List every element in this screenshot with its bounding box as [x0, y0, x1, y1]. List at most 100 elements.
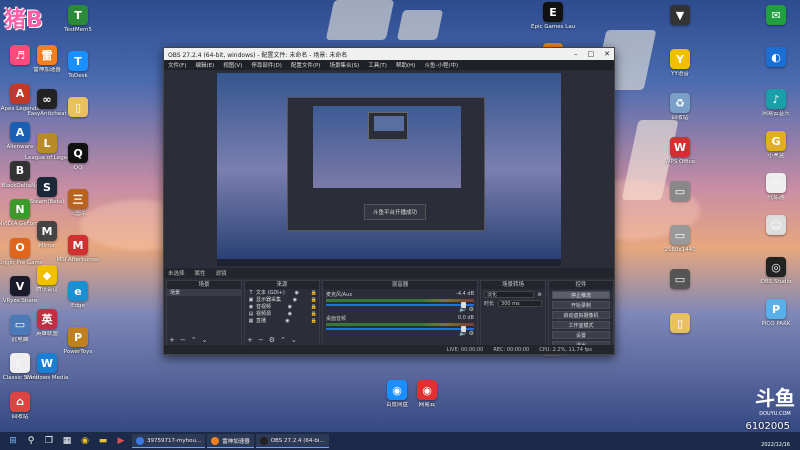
desktop-icon[interactable]: ▯: [58, 97, 98, 117]
lock-icon[interactable]: 🔒: [311, 318, 317, 324]
gear-icon[interactable]: ⚙: [538, 292, 542, 298]
eye-icon[interactable]: ◉: [293, 297, 297, 303]
chrome-icon[interactable]: ◉: [78, 434, 92, 448]
obs-title-bar[interactable]: OBS 27.2.4 (64-bit, windows) - 配置文件: 未命名…: [164, 48, 614, 60]
obs-preview[interactable]: 斗鱼平台开播成功: [217, 73, 561, 266]
desktop-icon[interactable]: Q QQ: [58, 143, 98, 172]
up-icon[interactable]: ⌃: [280, 336, 286, 344]
desktop-icon-label: TestMem5: [64, 27, 92, 33]
media-player-icon[interactable]: ▶: [114, 434, 128, 448]
desktop-icon[interactable]: W Windows Media: [26, 353, 68, 382]
start-icon[interactable]: ⊞: [6, 434, 20, 448]
desktop-icon[interactable]: ▯: [660, 313, 700, 333]
menu-item[interactable]: 斗鱼-小程(中): [424, 61, 458, 69]
taskbar-app[interactable]: 39759717-myhou...: [132, 434, 206, 448]
desktop-icon[interactable]: ✉: [756, 5, 796, 25]
menu-item[interactable]: 编辑(E): [195, 61, 214, 69]
close-icon[interactable]: ✕: [604, 50, 610, 58]
desktop-icon[interactable]: ☺: [756, 215, 796, 235]
search-icon[interactable]: ⚲: [24, 434, 38, 448]
desktop-icon[interactable]: ☆ 代练通: [756, 173, 796, 202]
desktop-icon[interactable]: ▭ 2560x1440: [660, 225, 700, 254]
menu-item[interactable]: 工具(T): [368, 61, 387, 69]
down-icon[interactable]: ⌄: [202, 336, 208, 344]
desktop-icon[interactable]: ⌂ 回收站: [0, 391, 40, 421]
menu-item[interactable]: 停靠部件(D): [251, 61, 282, 69]
lock-icon[interactable]: 🔒: [311, 297, 317, 303]
desktop-icon[interactable]: ◎ OBS Studio: [756, 257, 796, 286]
desktop-icon[interactable]: W WPS Office: [660, 137, 700, 166]
desktop-icon[interactable]: ♻ 回收站: [660, 93, 700, 122]
lock-icon[interactable]: 🔒: [311, 290, 317, 296]
eye-icon[interactable]: ◉: [285, 318, 289, 324]
desktop-icon[interactable]: 三三国杀: [58, 189, 98, 218]
app-icon: ∞: [37, 89, 57, 109]
gear-icon[interactable]: ⚙: [469, 306, 474, 313]
eye-icon[interactable]: ◉: [288, 304, 292, 310]
menu-item[interactable]: 配置文件(P): [291, 61, 321, 69]
menu-item[interactable]: 文件(F): [168, 61, 186, 69]
taskbar-app[interactable]: OBS 27.2.4 (64-bi...: [255, 434, 329, 448]
rec-timer: REC: 00:00:00: [493, 346, 530, 353]
desktop-icon[interactable]: ◐: [756, 47, 796, 67]
source-item[interactable]: ▦ 直播 ◉ 🔒: [245, 317, 319, 325]
source-tab[interactable]: 未选择: [168, 269, 185, 277]
add-icon[interactable]: +: [169, 336, 175, 344]
up-icon[interactable]: ⌃: [191, 336, 197, 344]
control-button[interactable]: 开始录制: [552, 301, 610, 309]
desktop-icon[interactable]: ◉ 网易云: [407, 380, 447, 409]
desktop-icon[interactable]: ▭: [660, 269, 700, 289]
transition-select[interactable]: 淡化: [484, 291, 534, 298]
menu-item[interactable]: 场景集合(S): [329, 61, 359, 69]
desktop-icon[interactable]: G 小黑盒: [756, 131, 796, 160]
remove-icon[interactable]: −: [180, 336, 186, 344]
gear-icon[interactable]: ⚙: [269, 336, 275, 344]
remove-icon[interactable]: −: [258, 336, 264, 344]
desktop-icon[interactable]: ♪ 网易云音乐: [756, 89, 796, 118]
volume-slider[interactable]: [326, 302, 474, 308]
source-item[interactable]: ◉ 音视频 ◉ 🔒: [245, 303, 319, 311]
menu-item[interactable]: 帮助(H): [396, 61, 415, 69]
maximize-icon[interactable]: □: [588, 50, 595, 58]
gear-icon[interactable]: ⚙: [469, 330, 474, 337]
eye-icon[interactable]: ◉: [288, 311, 292, 317]
control-button[interactable]: 工作室模式: [552, 321, 610, 329]
source-tab[interactable]: 属性: [195, 269, 206, 277]
desktop-icon[interactable]: ▭: [660, 181, 700, 201]
menu-item[interactable]: 视图(V): [223, 61, 242, 69]
lock-icon[interactable]: 🔒: [311, 304, 317, 310]
desktop-icon[interactable]: P PICO PARK: [756, 299, 796, 328]
slider-knob[interactable]: [461, 326, 466, 332]
control-button[interactable]: 停止推流: [552, 291, 610, 299]
widgets-icon[interactable]: ▦: [60, 434, 74, 448]
taskbar-clock[interactable]: 2022/12/16: [761, 442, 790, 449]
minimize-icon[interactable]: –: [574, 50, 578, 58]
eye-icon[interactable]: ◉: [295, 290, 299, 296]
down-icon[interactable]: ⌄: [291, 336, 297, 344]
source-item[interactable]: ▣ 显示器采集 ◉ 🔒: [245, 296, 319, 304]
control-button[interactable]: 设置: [552, 331, 610, 339]
source-tab[interactable]: 滤镜: [216, 269, 227, 277]
desktop-icon[interactable]: M MSI Afterburner: [56, 235, 100, 264]
source-tabs: 未选择 属性 滤镜: [164, 268, 614, 278]
volume-slider[interactable]: [326, 326, 474, 332]
slider-knob[interactable]: [461, 302, 466, 308]
taskbar-app[interactable]: 雷神加速器: [207, 434, 254, 448]
scene-item[interactable]: 场景: [167, 289, 241, 296]
desktop-icon[interactable]: E Epic Games Launcher: [531, 2, 575, 31]
source-item[interactable]: ▤ 视频源 ◉ 🔒: [245, 310, 319, 318]
desktop-icon[interactable]: Y YY语音: [660, 49, 700, 78]
desktop-icon[interactable]: T ToDesk: [58, 51, 98, 80]
add-icon[interactable]: +: [247, 336, 253, 344]
lock-icon[interactable]: 🔒: [311, 311, 317, 317]
duration-input[interactable]: 300 ms: [498, 300, 542, 307]
folder-icon[interactable]: ▬: [96, 434, 110, 448]
obs-window[interactable]: OBS 27.2.4 (64-bit, windows) - 配置文件: 未命名…: [163, 47, 615, 355]
desktop-icon[interactable]: ▼: [660, 5, 700, 25]
task-view-icon[interactable]: ❐: [42, 434, 56, 448]
control-button[interactable]: 启动虚拟摄像机: [552, 311, 610, 319]
source-item[interactable]: T 文本 (GDI+) ◉ 🔒: [245, 289, 319, 297]
desktop-icon[interactable]: T TestMem5: [58, 5, 98, 34]
desktop-icon[interactable]: P PowerToys: [58, 327, 98, 356]
desktop-icon[interactable]: e Edge: [58, 281, 98, 310]
